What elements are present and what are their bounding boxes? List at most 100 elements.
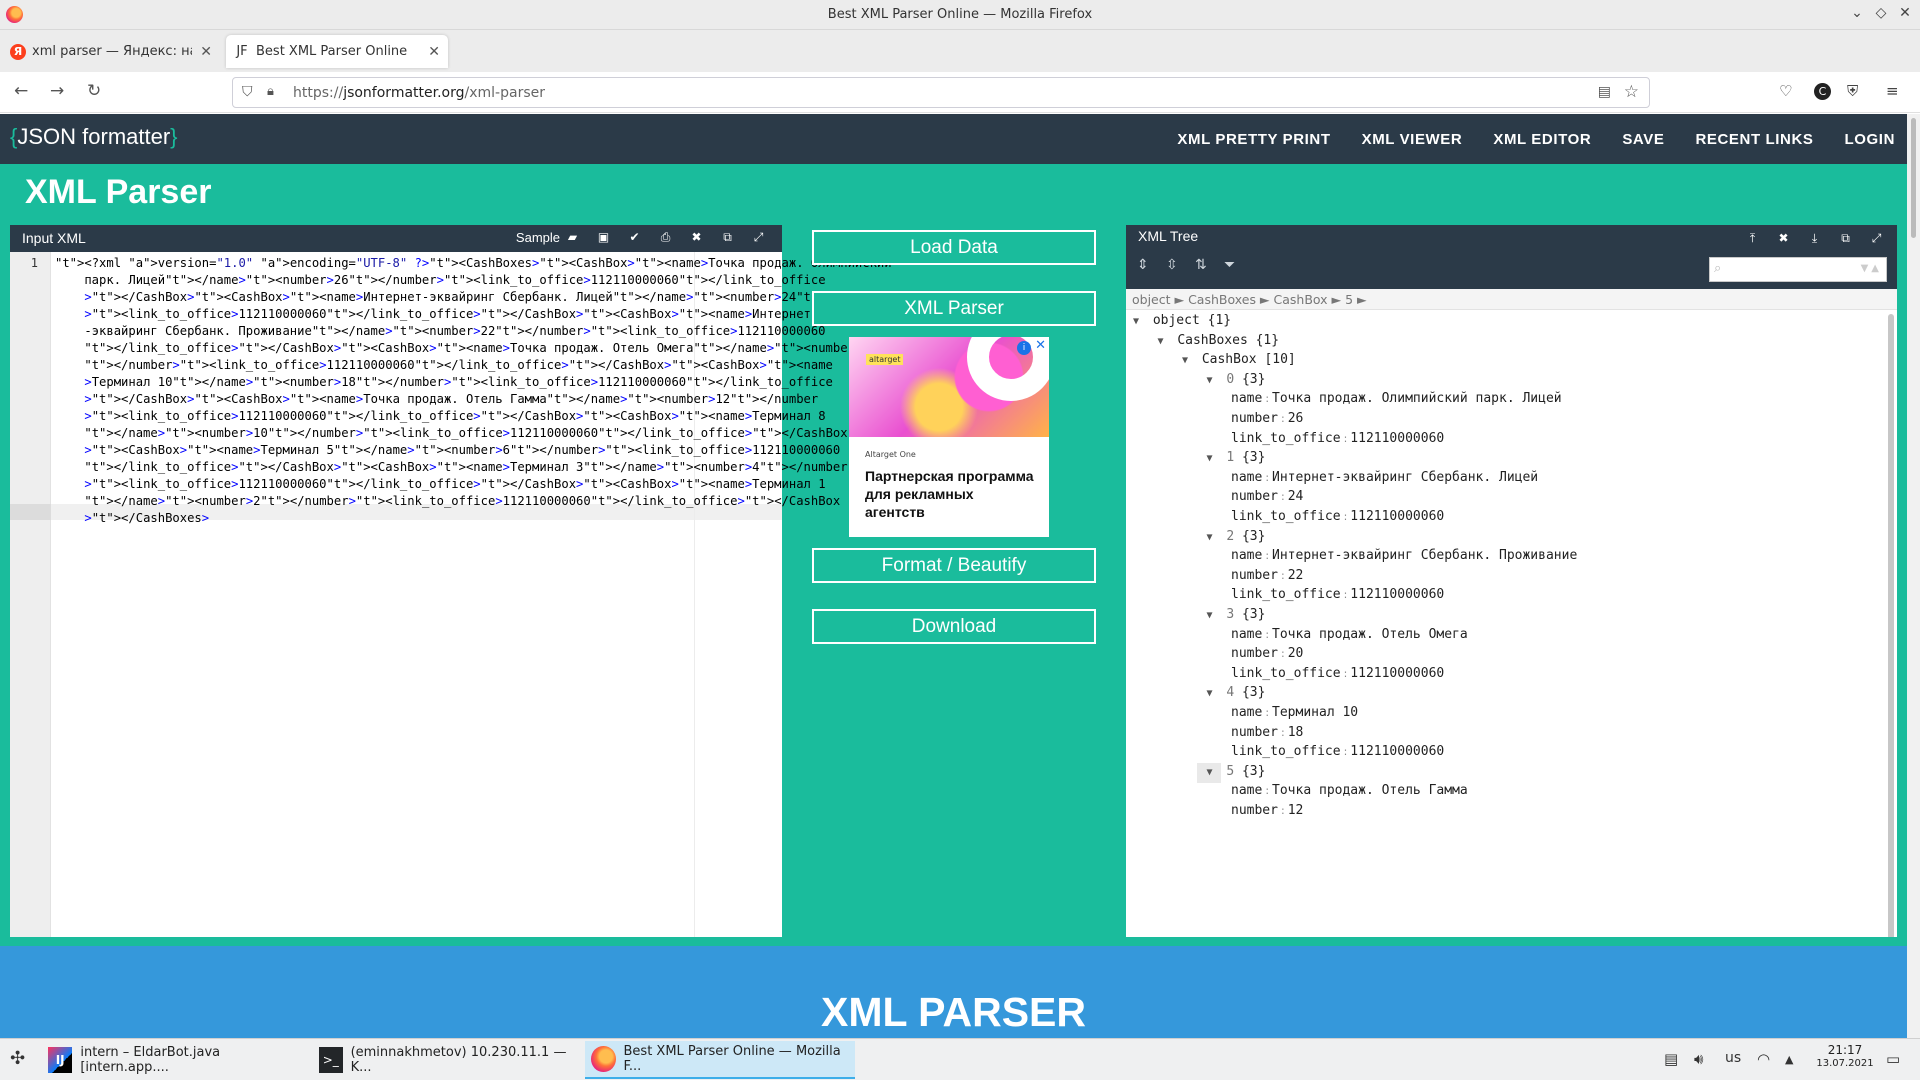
code-line[interactable]: парк. Лицей"t"></name>"t"><number>26"t">… — [55, 272, 825, 289]
tree-node-row[interactable]: ▼ CashBoxes {1} — [1158, 333, 1280, 353]
forward-icon[interactable]: → — [50, 81, 64, 101]
open-file-icon[interactable]: ▰ — [557, 230, 588, 245]
clear-icon[interactable]: ✖ — [681, 230, 712, 245]
tree-node-row[interactable]: ▼ 0 {3} — [1207, 372, 1266, 392]
minimize-icon[interactable]: ⌄ — [1848, 5, 1866, 21]
tree-value[interactable]: Интернет-эквайринг Сбербанк. Лицей — [1272, 470, 1538, 485]
tree-toggle-icon[interactable]: ▼ — [1207, 375, 1219, 386]
tree-value[interactable]: 112110000060 — [1350, 666, 1444, 681]
clock[interactable]: 21:17 13.07.2021 — [1816, 1043, 1874, 1071]
tree-leaf-row[interactable]: link_to_office:112110000060 — [1231, 431, 1444, 451]
tree-toggle-icon[interactable]: ▼ — [1207, 767, 1219, 778]
upload-icon[interactable]: ⤒ — [1737, 231, 1768, 246]
extension-shield-icon[interactable]: ⛨ — [1847, 82, 1858, 100]
tree-leaf-row[interactable]: name: Интернет-эквайринг Сбербанк. Лицей — [1231, 470, 1538, 490]
clipboard-icon[interactable]: ▤ — [1664, 1050, 1678, 1068]
tree-node-row[interactable]: ▼ 1 {3} — [1207, 450, 1266, 470]
tree-node-row[interactable]: ▼ 3 {3} — [1207, 607, 1266, 627]
sort-icon[interactable]: ⇅ — [1195, 257, 1224, 273]
tree-value[interactable]: 112110000060 — [1350, 744, 1444, 759]
tree-leaf-row[interactable]: number:20 — [1231, 646, 1303, 666]
tree-leaf-row[interactable]: name: Точка продаж. Отель Гамма — [1231, 783, 1468, 803]
tree-leaf-row[interactable]: name: Точка продаж. Олимпийский парк. Лиц… — [1231, 391, 1562, 411]
tree-node-row[interactable]: ▼ 5 {3} — [1207, 764, 1266, 784]
collapse-all-icon[interactable]: ⇳ — [1166, 257, 1195, 273]
task-firefox[interactable]: Best XML Parser Online — Mozilla F... — [585, 1041, 855, 1079]
code-line[interactable]: >"t"><CashBox>"t"><name>Терминал 5"t"></… — [55, 442, 840, 459]
code-line[interactable]: "t"></link_to_office>"t"></CashBox>"t"><… — [55, 340, 877, 357]
copy-icon[interactable]: ⧉ — [712, 230, 743, 245]
nav-xml-editor[interactable]: XML EDITOR — [1493, 131, 1591, 148]
code-line[interactable]: "t"></name>"t"><number>10"t"></number>"t… — [55, 425, 847, 442]
clear-tree-icon[interactable]: ✖ — [1768, 231, 1799, 246]
tree-leaf-row[interactable]: number:12 — [1231, 803, 1303, 823]
print-icon[interactable]: ⎙ — [650, 230, 681, 245]
nav-xml-viewer[interactable]: XML VIEWER — [1362, 131, 1463, 148]
nav-login[interactable]: LOGIN — [1845, 131, 1896, 148]
tree-scrollbar[interactable] — [1888, 314, 1894, 937]
tree-value[interactable]: 112110000060 — [1350, 587, 1444, 602]
nav-recent-links[interactable]: RECENT LINKS — [1695, 131, 1813, 148]
tab-xml-parser[interactable]: JF Best XML Parser Online ✕ — [226, 35, 448, 68]
tree-leaf-row[interactable]: link_to_office:112110000060 — [1231, 744, 1444, 764]
tree-leaf-row[interactable]: number:18 — [1231, 725, 1303, 745]
tree-toggle-icon[interactable]: ▼ — [1207, 453, 1219, 464]
url-text[interactable]: https://jsonformatter.org/xml-parser — [293, 85, 545, 101]
app-launcher-icon[interactable]: ✣ — [10, 1048, 25, 1069]
tree-leaf-row[interactable]: name: Интернет-эквайринг Сбербанк. Прожив… — [1231, 548, 1577, 568]
save-icon[interactable]: ▣ — [588, 230, 619, 245]
code-line[interactable]: >"t"><link_to_office>112110000060"t"></l… — [55, 408, 825, 425]
xml-editor[interactable]: 1 "t"><?xml "a">version="1.0" "a">encodi… — [10, 252, 892, 937]
volume-icon[interactable]: 🔊︎ — [1694, 1050, 1703, 1068]
tree-leaf-row[interactable]: link_to_office:112110000060 — [1231, 587, 1444, 607]
tree-value[interactable]: 112110000060 — [1350, 509, 1444, 524]
reader-view-icon[interactable]: ▤ — [1598, 84, 1611, 100]
tree-value[interactable]: 20 — [1288, 646, 1304, 661]
code-line[interactable]: "t"><?xml "a">version="1.0" "a">encoding… — [55, 255, 892, 272]
code-line[interactable]: -эквайринг Сбербанк. Проживание"t"></nam… — [55, 323, 825, 340]
tree-value[interactable]: 18 — [1288, 725, 1304, 740]
tree-value[interactable]: 26 — [1288, 411, 1304, 426]
tray-expand-icon[interactable]: ▲ — [1785, 1053, 1793, 1066]
ad-banner[interactable]: altarget i ✕ Altarget One Партнерская пр… — [849, 337, 1049, 537]
tree-value[interactable]: 22 — [1288, 568, 1304, 583]
tree-leaf-row[interactable]: name: Точка продаж. Отель Омега — [1231, 627, 1468, 647]
tree-toggle-icon[interactable]: ▼ — [1133, 316, 1145, 327]
expand-all-icon[interactable]: ⇕ — [1137, 257, 1166, 273]
code-line[interactable]: >"t"><link_to_office>112110000060"t"></l… — [55, 476, 825, 493]
tree-breadcrumb[interactable]: object ► CashBoxes ► CashBox ► 5 ► — [1126, 289, 1897, 310]
tree-value[interactable]: Точка продаж. Отель Омега — [1272, 627, 1468, 642]
code-line[interactable]: >"t"></CashBox>"t"><CashBox>"t"><name>Ин… — [55, 289, 884, 306]
tree-node-row[interactable]: ▼ 2 {3} — [1207, 529, 1266, 549]
tree-leaf-row[interactable]: number:22 — [1231, 568, 1303, 588]
maximize-icon[interactable]: ◇ — [1872, 5, 1890, 21]
tree-search-input[interactable]: ⌕ ▼▲ — [1709, 257, 1887, 282]
download-button[interactable]: Download — [812, 609, 1096, 644]
tree-toggle-icon[interactable]: ▼ — [1158, 336, 1170, 347]
code-line[interactable]: >"t"></CashBox>"t"><CashBox>"t"><name>То… — [55, 391, 818, 408]
tree-leaf-row[interactable]: number:24 — [1231, 489, 1303, 509]
tree-value[interactable]: 24 — [1288, 489, 1304, 504]
page-scrollbar-thumb[interactable] — [1911, 118, 1916, 238]
tracking-shield-icon[interactable]: ⛉ — [242, 84, 253, 100]
tree-node-row[interactable]: ▼ CashBox [10] — [1182, 352, 1296, 372]
code-line[interactable]: "t"></name>"t"><number>2"t"></number>"t"… — [55, 493, 840, 510]
search-nav-icons[interactable]: ▼▲ — [1861, 263, 1882, 274]
show-desktop-icon[interactable]: ▭ — [1886, 1050, 1900, 1068]
address-bar[interactable]: ⛉ 🔒︎ https://jsonformatter.org/xml-parse… — [232, 77, 1650, 108]
pocket-icon[interactable]: ♡ — [1779, 82, 1792, 100]
lock-icon[interactable]: 🔒︎ — [267, 84, 274, 99]
keyboard-layout[interactable]: us — [1725, 1050, 1741, 1066]
tree-value[interactable]: Точка продаж. Отель Гамма — [1272, 783, 1468, 798]
task-intellij[interactable]: IJ intern – EldarBot.java [intern.app...… — [42, 1041, 304, 1079]
reload-icon[interactable]: ↻ — [87, 81, 101, 101]
tree-value[interactable]: Интернет-эквайринг Сбербанк. Проживание — [1272, 548, 1577, 563]
wifi-icon[interactable]: ◠ — [1757, 1050, 1770, 1068]
tree-leaf-row[interactable]: link_to_office:112110000060 — [1231, 509, 1444, 529]
tree-toggle-icon[interactable]: ▼ — [1207, 532, 1219, 543]
nav-xml-pretty-print[interactable]: XML PRETTY PRINT — [1177, 131, 1330, 148]
menu-icon[interactable]: ≡ — [1886, 82, 1899, 100]
copy-tree-icon[interactable]: ⧉ — [1830, 231, 1861, 246]
filter-icon[interactable]: ⏷ — [1224, 257, 1253, 273]
tab-yandex[interactable]: Я xml parser — Яндекс: наш ✕ — [2, 35, 220, 68]
